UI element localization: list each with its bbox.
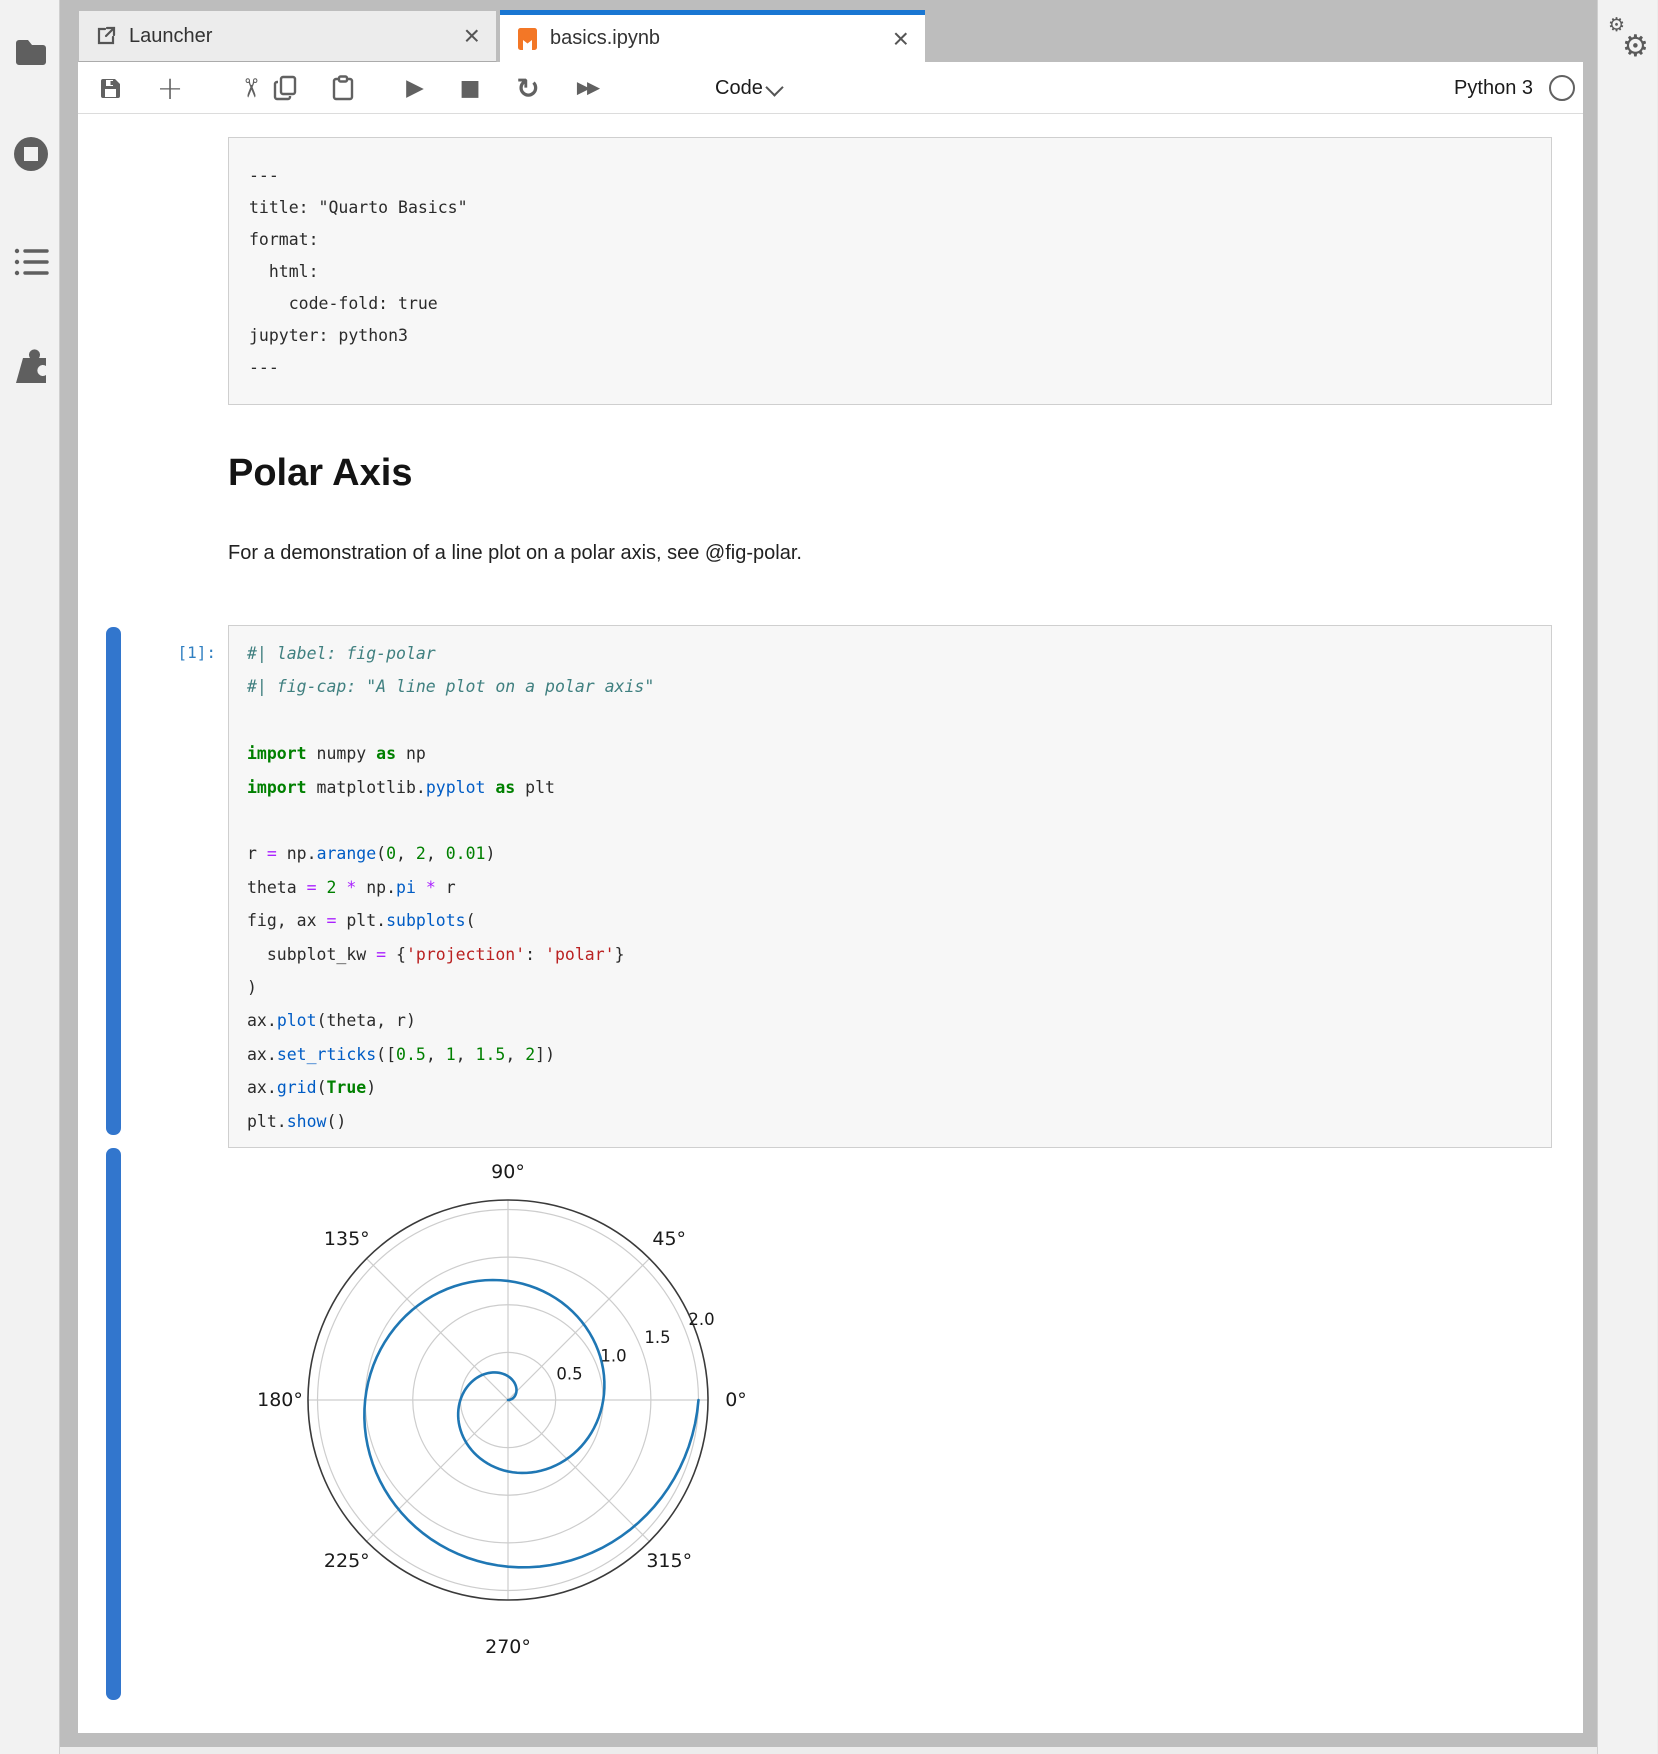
chevron-down-icon[interactable] [765,78,783,96]
launcher-icon [95,25,117,47]
svg-text:2.0: 2.0 [688,1310,714,1329]
markdown-heading: Polar Axis [228,452,412,495]
svg-text:180°: 180° [257,1389,303,1411]
svg-text:90°: 90° [491,1161,525,1183]
save-button[interactable] [88,62,132,114]
tab-basics-label: basics.ipynb [550,27,660,50]
svg-text:225°: 225° [324,1550,370,1572]
tab-launcher-label: Launcher [129,25,212,48]
notebook-content: ---title: "Quarto Basics"format: html: c… [78,114,1583,1733]
svg-text:0°: 0° [725,1389,747,1411]
svg-text:270°: 270° [485,1636,531,1658]
execution-count-prompt: [1]: [78,636,216,669]
restart-run-all-button[interactable]: ▶▶ [565,62,609,114]
main-panel: + ✂ ▶ ■ ↻ ▶▶ Code Python 3 ---title: "Qu… [78,62,1583,1733]
left-activity-bar [0,0,60,1754]
restart-kernel-button[interactable]: ↻ [506,62,550,114]
tab-launcher[interactable]: Launcher × [78,10,497,62]
tab-basics-ipynb[interactable]: basics.ipynb × [500,10,925,62]
svg-text:1.0: 1.0 [600,1346,626,1365]
notebook-toolbar: + ✂ ▶ ■ ↻ ▶▶ Code Python 3 [78,62,1583,114]
running-kernels-icon[interactable] [12,135,50,173]
cell-type-dropdown[interactable]: Code [715,62,763,114]
run-cell-button[interactable]: ▶ [393,62,437,114]
svg-text:1.5: 1.5 [644,1328,670,1347]
svg-text:315°: 315° [646,1550,692,1572]
copy-cells-button[interactable] [263,62,307,114]
paste-cells-button[interactable] [321,62,365,114]
file-browser-icon[interactable] [12,33,50,71]
polar-plot: 0° 45° 90° 135° 180° 225° 270° 315° 0.5 1.0 1.5 2.0 [228,1128,788,1678]
input-cell-collapser[interactable] [106,627,121,1135]
table-of-contents-icon[interactable] [12,243,50,281]
tab-basics-close-icon[interactable]: × [893,28,909,50]
polar-plot-output: 0° 45° 90° 135° 180° 225° 270° 315° 0.5 1.0 1.5 2.0 [228,1128,788,1678]
svg-text:0.5: 0.5 [556,1365,582,1384]
code-cell-editor[interactable]: #| label: fig-polar#| fig-cap: "A line p… [228,625,1552,1148]
output-collapser[interactable] [106,1148,121,1700]
notebook-file-icon [516,28,538,50]
svg-text:135°: 135° [324,1228,370,1250]
extension-manager-icon[interactable] [12,347,50,385]
add-cell-button[interactable]: + [148,62,192,114]
kernel-status-icon[interactable] [1549,75,1575,101]
yaml-raw-cell[interactable]: ---title: "Quarto Basics"format: html: c… [228,137,1552,405]
interrupt-kernel-button[interactable]: ■ [448,62,492,114]
kernel-name[interactable]: Python 3 [1454,77,1533,100]
right-activity-bar: ⚙ ⚙ [1597,0,1657,1754]
svg-text:45°: 45° [652,1228,686,1250]
markdown-paragraph: For a demonstration of a line plot on a … [228,542,802,565]
tab-launcher-close-icon[interactable]: × [464,25,480,47]
settings-gears-icon[interactable]: ⚙ ⚙ [1606,20,1652,66]
